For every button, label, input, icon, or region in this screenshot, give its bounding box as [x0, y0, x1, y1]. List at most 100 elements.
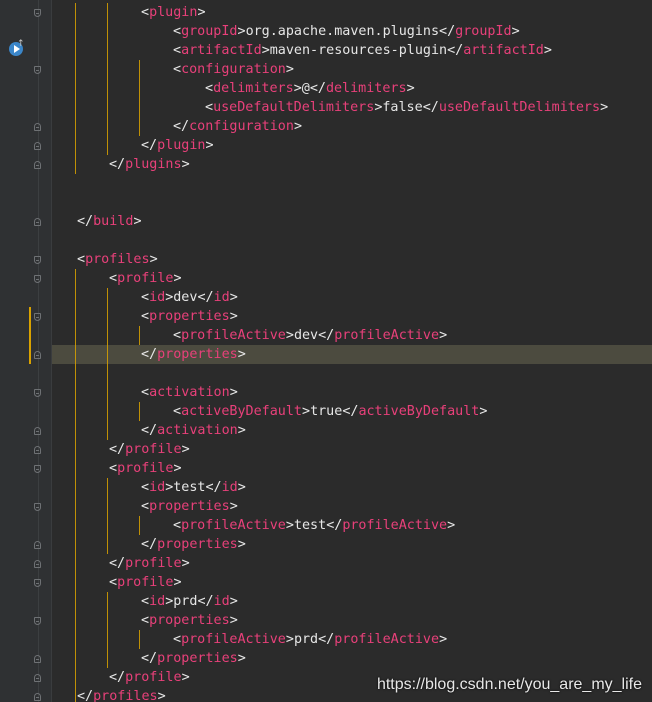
end-tag-name: properties [157, 537, 238, 552]
xml-element: <profileActive>prd</profileActive> [173, 630, 447, 649]
tag-name: profiles [85, 252, 150, 267]
code-line[interactable]: </properties> [52, 345, 652, 364]
code-line[interactable]: <properties> [52, 611, 652, 630]
end-tag-name: groupId [455, 24, 512, 39]
xml-element: <delimiters>@</delimiters> [205, 79, 415, 98]
code-line[interactable]: <profiles> [52, 250, 652, 269]
code-line[interactable] [52, 193, 652, 212]
code-line[interactable]: </properties> [52, 535, 652, 554]
fold-expand-icon[interactable] [33, 575, 43, 594]
xml-element: </profiles> [77, 687, 166, 702]
end-tag-open-bracket: </ [141, 537, 158, 552]
line-number [0, 573, 4, 592]
code-editor[interactable]: ↑ <plugin> <groupId>org.apache.maven.plug… [0, 0, 652, 702]
end-tag-open-bracket: </ [197, 290, 214, 305]
code-line[interactable]: <profileActive>dev</profileActive> [52, 326, 652, 345]
tag-name: profileActive [181, 518, 286, 533]
fold-expand-icon[interactable] [33, 461, 43, 480]
line-number [0, 22, 4, 41]
fold-collapse-icon[interactable] [33, 442, 43, 461]
indent-guide [107, 3, 108, 155]
code-line[interactable]: <profileActive>test</profileActive> [52, 516, 652, 535]
vcs-change-marker[interactable] [29, 307, 31, 364]
fold-collapse-icon[interactable] [33, 119, 43, 138]
line-number [0, 687, 4, 702]
code-line[interactable]: <plugin> [52, 3, 652, 22]
code-line[interactable]: <delimiters>@</delimiters> [52, 79, 652, 98]
code-line[interactable]: </profile> [52, 440, 652, 459]
code-line[interactable]: <profile> [52, 459, 652, 478]
code-line[interactable]: </plugin> [52, 136, 652, 155]
code-line[interactable]: <activation> [52, 383, 652, 402]
fold-collapse-icon[interactable] [33, 670, 43, 689]
code-line[interactable]: </plugins> [52, 155, 652, 174]
fold-collapse-icon[interactable] [33, 689, 43, 702]
code-line[interactable]: <artifactId>maven-resources-plugin</arti… [52, 41, 652, 60]
tag-open-bracket: < [141, 290, 150, 305]
fold-collapse-icon[interactable] [33, 214, 43, 233]
tag-name: activation [149, 385, 230, 400]
code-line[interactable]: <profile> [52, 269, 652, 288]
code-line[interactable]: <id>dev</id> [52, 288, 652, 307]
end-tag-open-bracket: </ [109, 157, 126, 172]
code-line[interactable]: </activation> [52, 421, 652, 440]
fold-collapse-icon[interactable] [33, 537, 43, 556]
tag-close-bracket: > [285, 632, 294, 647]
code-line[interactable]: <id>prd</id> [52, 592, 652, 611]
fold-expand-icon[interactable] [33, 5, 43, 24]
end-tag-open-bracket: </ [109, 556, 126, 571]
fold-expand-icon[interactable] [33, 62, 43, 81]
xml-element: <id>dev</id> [141, 288, 238, 307]
code-line[interactable]: <properties> [52, 497, 652, 516]
fold-expand-icon[interactable] [33, 385, 43, 404]
line-number [0, 136, 4, 155]
fold-expand-icon[interactable] [33, 499, 43, 518]
fold-collapse-icon[interactable] [33, 138, 43, 157]
end-tag-open-bracket: </ [173, 119, 190, 134]
code-line[interactable]: </profile> [52, 554, 652, 573]
line-number [0, 345, 4, 364]
element-text: maven-resources-plugin [269, 43, 448, 58]
fold-collapse-icon[interactable] [33, 423, 43, 442]
fold-collapse-icon[interactable] [33, 347, 43, 366]
fold-expand-icon[interactable] [33, 252, 43, 271]
fold-expand-icon[interactable] [33, 271, 43, 290]
editor-gutter[interactable] [0, 0, 51, 702]
end-tag-close-bracket: > [511, 24, 520, 39]
tag-close-bracket: > [229, 499, 238, 514]
code-line[interactable]: </build> [52, 212, 652, 231]
code-line[interactable]: </properties> [52, 649, 652, 668]
code-line[interactable]: <activeByDefault>true</activeByDefault> [52, 402, 652, 421]
tag-name: useDefaultDelimiters [213, 100, 375, 115]
code-line[interactable]: <configuration> [52, 60, 652, 79]
tag-name: artifactId [181, 43, 262, 58]
tag-open-bracket: < [173, 404, 182, 419]
fold-expand-icon[interactable] [33, 309, 43, 328]
xml-element: <profileActive>test</profileActive> [173, 516, 455, 535]
code-line[interactable]: <groupId>org.apache.maven.plugins</group… [52, 22, 652, 41]
tag-name: id [149, 594, 166, 609]
element-text: org.apache.maven.plugins [245, 24, 440, 39]
fold-collapse-icon[interactable] [33, 651, 43, 670]
code-line[interactable] [52, 174, 652, 193]
tag-open-bracket: < [173, 62, 182, 77]
code-line[interactable]: <id>test</id> [52, 478, 652, 497]
code-line[interactable]: <useDefaultDelimiters>false</useDefaultD… [52, 98, 652, 117]
end-tag-open-bracket: </ [439, 24, 456, 39]
fold-collapse-icon[interactable] [33, 157, 43, 176]
line-number [0, 516, 4, 535]
code-line[interactable] [52, 231, 652, 250]
line-number [0, 592, 4, 611]
line-number [0, 155, 4, 174]
end-tag-close-bracket: > [447, 518, 456, 533]
code-line[interactable]: <profileActive>prd</profileActive> [52, 630, 652, 649]
code-line[interactable]: </configuration> [52, 117, 652, 136]
code-line[interactable]: <properties> [52, 307, 652, 326]
end-tag-open-bracket: </ [141, 138, 158, 153]
code-line[interactable] [52, 364, 652, 383]
end-tag-open-bracket: </ [326, 518, 343, 533]
fold-collapse-icon[interactable] [33, 556, 43, 575]
end-tag-name: profileActive [342, 518, 448, 533]
code-line[interactable]: <profile> [52, 573, 652, 592]
fold-expand-icon[interactable] [33, 613, 43, 632]
